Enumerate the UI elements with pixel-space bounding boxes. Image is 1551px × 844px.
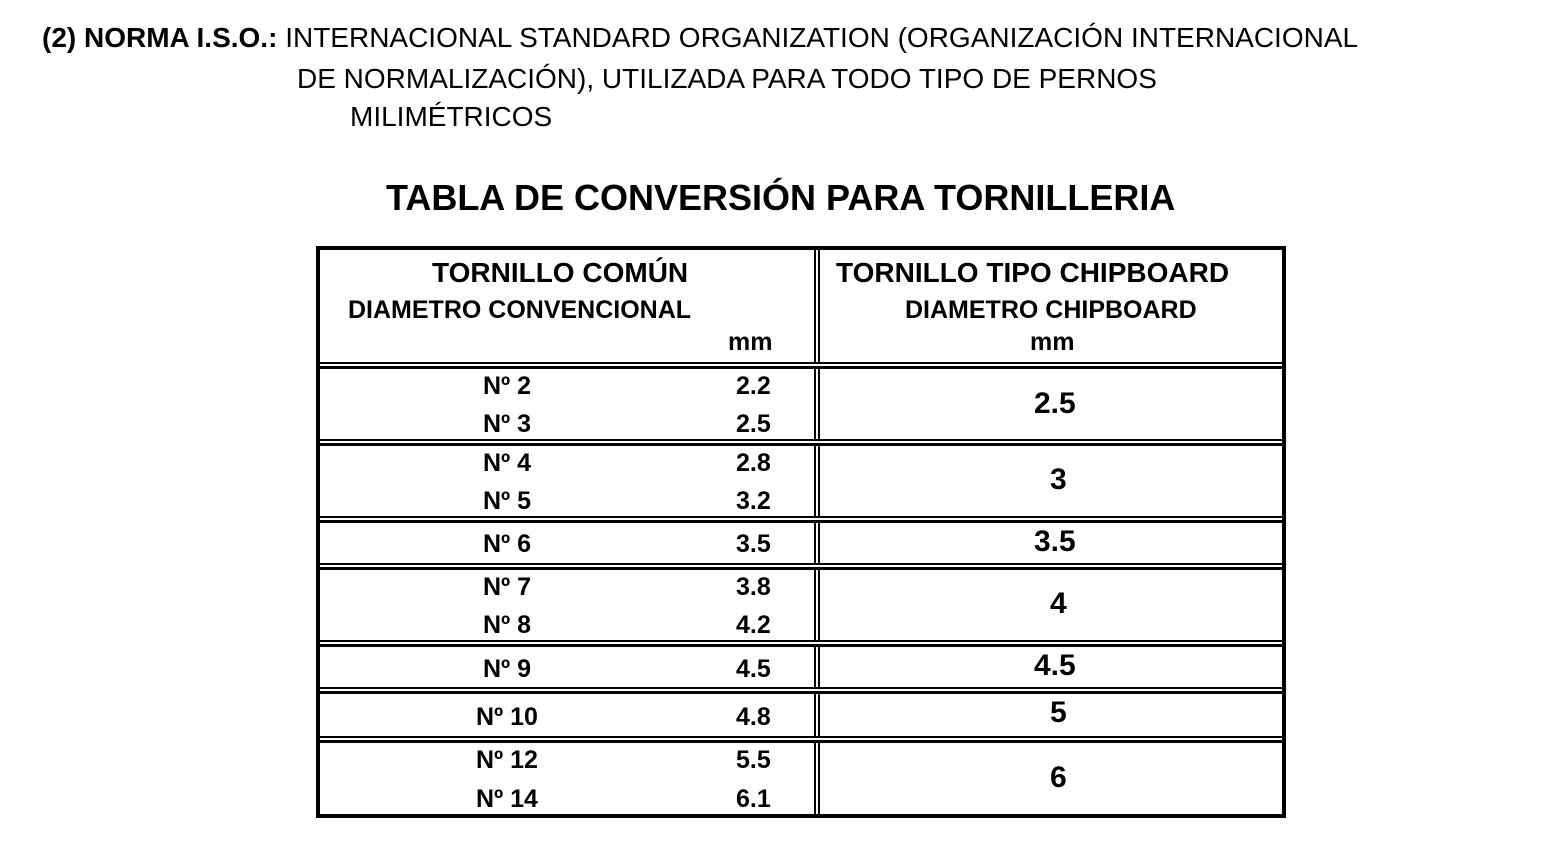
screw-number: Nº 8	[483, 611, 532, 639]
diameter-mm: 3.5	[736, 530, 771, 558]
chipboard-diameter: 5	[1050, 696, 1067, 729]
header-right-subtitle: DIAMETRO CHIPBOARD	[905, 296, 1197, 324]
chipboard-diameter: 4	[1050, 587, 1067, 620]
intro-line-3: MILIMÉTRICOS	[350, 101, 553, 132]
screw-number: Nº 14	[476, 785, 538, 813]
screw-number: Nº 9	[483, 655, 532, 683]
chipboard-diameter: 6	[1050, 761, 1067, 794]
screw-number: Nº 6	[483, 530, 532, 558]
intro-line-2: DE NORMALIZACIÓN), UTILIZADA PARA TODO T…	[297, 63, 1157, 94]
diameter-mm: 3.2	[736, 487, 771, 515]
iso-norm-label: (2) NORMA I.S.O.:	[42, 22, 278, 53]
screw-number: Nº 10	[476, 703, 538, 731]
header-left-title: TORNILLO COMÚN	[432, 257, 689, 288]
intro-line-1-text: INTERNACIONAL STANDARD ORGANIZATION (ORG…	[285, 22, 1359, 53]
column-divider	[814, 250, 820, 814]
screw-number: Nº 4	[483, 449, 532, 477]
screw-number: Nº 7	[483, 573, 532, 601]
diameter-mm: 4.2	[736, 611, 771, 639]
header-right-title: TORNILLO TIPO CHIPBOARD	[836, 257, 1230, 288]
conversion-table: TORNILLO COMÚN DIAMETRO CONVENCIONAL mm …	[316, 246, 1286, 818]
header-divider	[320, 362, 1282, 369]
row-divider	[320, 439, 1282, 446]
diameter-mm: 6.1	[736, 785, 771, 813]
screw-number: Nº 5	[483, 487, 532, 515]
diameter-mm: 3.8	[736, 573, 771, 601]
diameter-mm: 2.5	[736, 410, 771, 438]
chipboard-diameter: 2.5	[1034, 387, 1076, 420]
row-divider	[320, 563, 1282, 570]
table-title: TABLA DE CONVERSIÓN PARA TORNILLERIA	[386, 177, 1176, 218]
screw-number: Nº 3	[483, 410, 532, 438]
header-left-unit: mm	[728, 328, 773, 356]
diameter-mm: 4.5	[736, 655, 771, 683]
diameter-mm: 2.2	[736, 372, 771, 400]
row-divider	[320, 687, 1282, 694]
header-right-unit: mm	[1030, 328, 1075, 356]
diameter-mm: 2.8	[736, 449, 771, 477]
intro-line-1: (2) NORMA I.S.O.: INTERNACIONAL STANDARD…	[42, 22, 1358, 54]
diameter-mm: 4.8	[736, 703, 771, 731]
diameter-mm: 5.5	[736, 746, 771, 774]
header-left-subtitle: DIAMETRO CONVENCIONAL	[348, 296, 692, 324]
chipboard-diameter: 4.5	[1034, 649, 1076, 682]
chipboard-diameter: 3	[1050, 463, 1067, 496]
screw-number: Nº 2	[483, 372, 532, 400]
chipboard-diameter: 3.5	[1034, 525, 1076, 558]
row-divider	[320, 640, 1282, 647]
intro-paragraph: (2) NORMA I.S.O.: INTERNACIONAL STANDARD…	[0, 0, 1551, 140]
row-divider	[320, 516, 1282, 523]
row-divider	[320, 736, 1282, 743]
screw-number: Nº 12	[476, 746, 538, 774]
